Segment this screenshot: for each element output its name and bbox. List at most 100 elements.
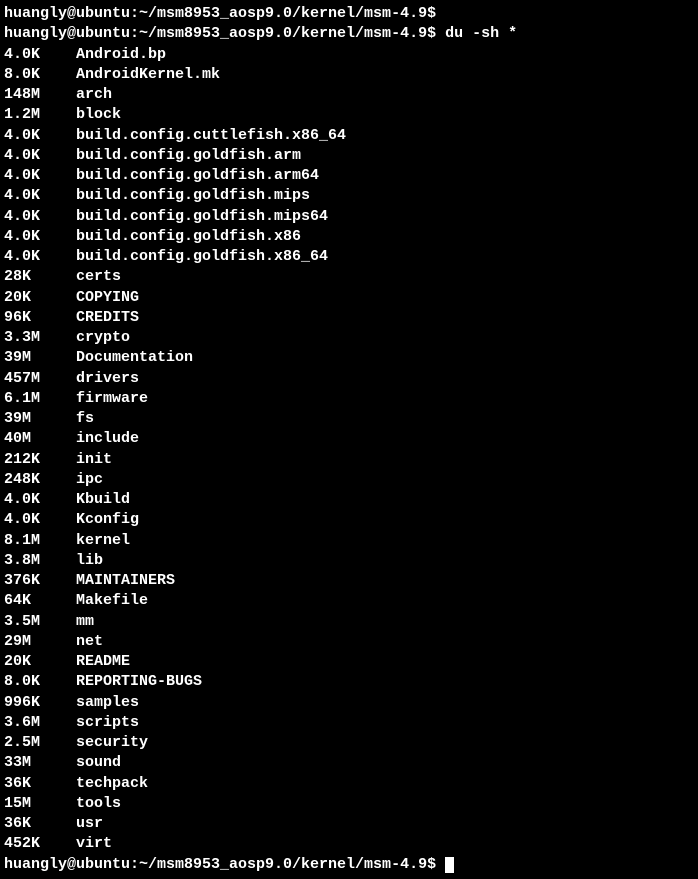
- du-row: 6.1M firmware: [4, 389, 694, 409]
- file-name: arch: [76, 86, 112, 103]
- du-row: 3.3M crypto: [4, 328, 694, 348]
- file-size: 8.1M: [4, 532, 76, 549]
- file-name: build.config.cuttlefish.x86_64: [76, 127, 346, 144]
- du-row: 376K MAINTAINERS: [4, 571, 694, 591]
- file-size: 29M: [4, 633, 76, 650]
- du-row: 28K certs: [4, 267, 694, 287]
- du-row: 4.0K build.config.cuttlefish.x86_64: [4, 126, 694, 146]
- file-size: 4.0K: [4, 167, 76, 184]
- du-row: 36K usr: [4, 814, 694, 834]
- file-name: security: [76, 734, 148, 751]
- file-name: sound: [76, 754, 121, 771]
- file-name: include: [76, 430, 139, 447]
- file-name: tools: [76, 795, 121, 812]
- file-size: 40M: [4, 430, 76, 447]
- command-text: du -sh *: [445, 25, 517, 42]
- prompt-line-empty: huangly@ubuntu:~/msm8953_aosp9.0/kernel/…: [4, 4, 694, 24]
- file-name: MAINTAINERS: [76, 572, 175, 589]
- prompt-text: huangly@ubuntu:~/msm8953_aosp9.0/kernel/…: [4, 25, 445, 42]
- file-size: 4.0K: [4, 187, 76, 204]
- file-name: lib: [76, 552, 103, 569]
- du-row: 20K README: [4, 652, 694, 672]
- file-name: REPORTING-BUGS: [76, 673, 202, 690]
- du-row: 15M tools: [4, 794, 694, 814]
- file-name: build.config.goldfish.x86_64: [76, 248, 328, 265]
- file-size: 20K: [4, 289, 76, 306]
- du-row: 64K Makefile: [4, 591, 694, 611]
- file-name: techpack: [76, 775, 148, 792]
- file-size: 2.5M: [4, 734, 76, 751]
- file-name: Makefile: [76, 592, 148, 609]
- du-row: 452K virt: [4, 834, 694, 854]
- file-name: CREDITS: [76, 309, 139, 326]
- file-size: 33M: [4, 754, 76, 771]
- du-row: 29M net: [4, 632, 694, 652]
- du-row: 40M include: [4, 429, 694, 449]
- file-size: 96K: [4, 309, 76, 326]
- du-row: 3.8M lib: [4, 551, 694, 571]
- file-name: block: [76, 106, 121, 123]
- du-row: 1.2M block: [4, 105, 694, 125]
- terminal-output[interactable]: huangly@ubuntu:~/msm8953_aosp9.0/kernel/…: [4, 4, 694, 875]
- file-size: 28K: [4, 268, 76, 285]
- file-size: 248K: [4, 471, 76, 488]
- du-row: 2.5M security: [4, 733, 694, 753]
- du-row: 39M Documentation: [4, 348, 694, 368]
- du-row: 3.5M mm: [4, 612, 694, 632]
- file-size: 15M: [4, 795, 76, 812]
- file-name: build.config.goldfish.x86: [76, 228, 301, 245]
- file-size: 212K: [4, 451, 76, 468]
- file-name: kernel: [76, 532, 130, 549]
- file-size: 3.8M: [4, 552, 76, 569]
- du-output-container: 4.0K Android.bp 8.0K AndroidKernel.mk148M…: [4, 45, 694, 855]
- file-size: 3.3M: [4, 329, 76, 346]
- file-size: 39M: [4, 410, 76, 427]
- file-size: 3.5M: [4, 613, 76, 630]
- prompt-line-cursor: huangly@ubuntu:~/msm8953_aosp9.0/kernel/…: [4, 855, 694, 875]
- du-row: 148M arch: [4, 85, 694, 105]
- file-size: 64K: [4, 592, 76, 609]
- file-size: 4.0K: [4, 208, 76, 225]
- file-name: firmware: [76, 390, 148, 407]
- file-size: 36K: [4, 815, 76, 832]
- file-size: 4.0K: [4, 491, 76, 508]
- file-name: crypto: [76, 329, 130, 346]
- file-size: 1.2M: [4, 106, 76, 123]
- file-name: build.config.goldfish.mips: [76, 187, 310, 204]
- du-row: 39M fs: [4, 409, 694, 429]
- file-name: scripts: [76, 714, 139, 731]
- du-row: 4.0K Kconfig: [4, 510, 694, 530]
- file-name: mm: [76, 613, 94, 630]
- file-size: 376K: [4, 572, 76, 589]
- du-row: 96K CREDITS: [4, 308, 694, 328]
- file-size: 996K: [4, 694, 76, 711]
- file-size: 20K: [4, 653, 76, 670]
- du-row: 457M drivers: [4, 369, 694, 389]
- file-size: 39M: [4, 349, 76, 366]
- file-name: init: [76, 451, 112, 468]
- file-name: build.config.goldfish.arm: [76, 147, 301, 164]
- du-row: 33M sound: [4, 753, 694, 773]
- file-name: README: [76, 653, 130, 670]
- cursor-icon: [445, 857, 454, 873]
- du-row: 8.0K AndroidKernel.mk: [4, 65, 694, 85]
- file-name: build.config.goldfish.mips64: [76, 208, 328, 225]
- du-row: 4.0K build.config.goldfish.x86_64: [4, 247, 694, 267]
- du-row: 212K init: [4, 450, 694, 470]
- file-size: 3.6M: [4, 714, 76, 731]
- file-size: 8.0K: [4, 673, 76, 690]
- du-row: 8.1M kernel: [4, 531, 694, 551]
- file-name: Kbuild: [76, 491, 130, 508]
- du-row: 996K samples: [4, 693, 694, 713]
- du-row: 4.0K build.config.goldfish.x86: [4, 227, 694, 247]
- du-row: 36K techpack: [4, 774, 694, 794]
- du-row: 8.0K REPORTING-BUGS: [4, 672, 694, 692]
- file-name: Android.bp: [76, 46, 166, 63]
- file-size: 452K: [4, 835, 76, 852]
- file-size: 148M: [4, 86, 76, 103]
- du-row: 4.0K build.config.goldfish.mips: [4, 186, 694, 206]
- prompt-text: huangly@ubuntu:~/msm8953_aosp9.0/kernel/…: [4, 856, 445, 873]
- file-size: 6.1M: [4, 390, 76, 407]
- file-name: drivers: [76, 370, 139, 387]
- file-size: 4.0K: [4, 511, 76, 528]
